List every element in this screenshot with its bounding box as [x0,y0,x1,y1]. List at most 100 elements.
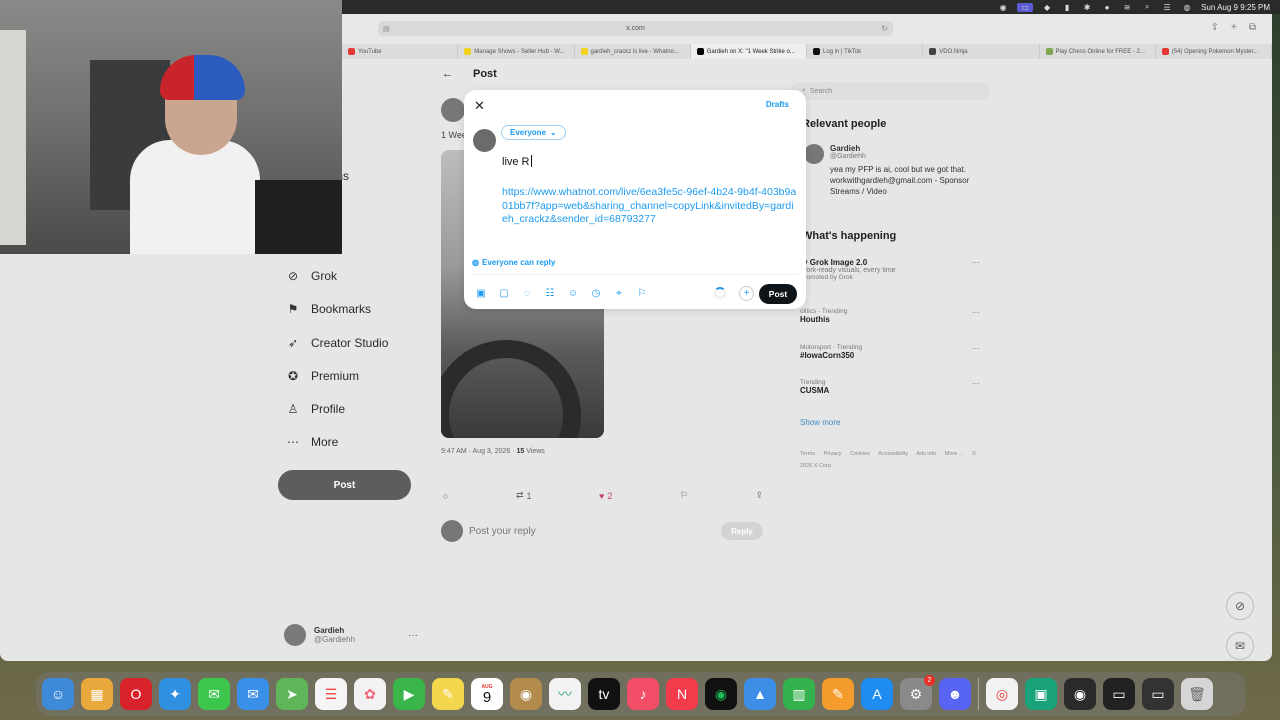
post-button[interactable]: Post [759,284,797,304]
grok-icon[interactable]: ◌ [520,288,534,299]
numbers-icon[interactable]: ▥ [783,678,815,710]
keynote-icon[interactable]: ▲ [744,678,776,710]
tab-youtube-pokemon[interactable]: (54) Opening Pokemon Myster... [1155,44,1272,59]
tab-whatnot-live[interactable]: gardieh_crackz is live - Whatno... [574,44,691,59]
system-settings-icon[interactable]: ⚙ 2 [900,675,935,710]
gif-icon[interactable]: ▢ [497,288,511,299]
tab-x-post[interactable]: Gardieh on X: "1 Week Strike o... [690,44,807,59]
compose-link[interactable]: https://www.whatnot.com/live/6ea3fe5c-96… [502,186,797,227]
poll-icon[interactable]: ☷ [543,288,557,299]
obs-icon[interactable]: ◉ [1064,678,1096,710]
safari-icon[interactable]: ✦ [159,678,191,710]
flag-icon[interactable]: ⚐ [635,288,649,299]
recent-window-icon[interactable]: ▭ [1103,678,1135,710]
bluetooth-icon[interactable]: ✱ [1081,3,1093,12]
location-icon[interactable]: ⌖ [612,288,626,299]
freeform-icon[interactable]: 〰 [549,678,581,710]
obs-icon[interactable]: ◉ [997,3,1009,12]
trend-item[interactable]: olitics · Trending Houthis ··· [800,308,980,324]
nav-profile[interactable]: ♙ Profile [286,402,345,416]
schedule-icon[interactable]: ◷ [589,288,603,299]
discord-icon[interactable]: ☻ [939,678,971,710]
search-icon[interactable]: ⌕ [1141,2,1153,12]
more-dots-icon[interactable]: ··· [972,344,980,353]
reply-button[interactable]: Reply [721,522,763,540]
mail-icon[interactable]: ✉ [237,678,269,710]
nav-more[interactable]: ⋯ More [286,435,338,449]
spotify-icon[interactable]: ◉ [705,678,737,710]
like-action[interactable]: ♥ 2 [599,490,612,501]
calendar-icon[interactable]: AUG 9 [471,678,503,710]
pages-icon[interactable]: ✎ [822,678,854,710]
messages-icon[interactable]: ✉ [1226,632,1254,660]
bookmark-action[interactable]: ⚐ [680,490,688,501]
opera-icon[interactable]: O [120,678,152,710]
news-icon[interactable]: N [666,678,698,710]
tab-chess[interactable]: Play Chess Online for FREE - 2... [1039,44,1156,59]
show-more-link[interactable]: Show more [800,418,840,427]
tab-vdo-ninja[interactable]: VDO.Ninja [923,44,1040,59]
reload-icon[interactable]: ↻ [881,24,888,33]
grok-icon[interactable]: ⊘ [1226,592,1254,620]
apple-tv-icon[interactable]: tv [588,678,620,710]
back-arrow-icon[interactable]: ← [442,68,453,80]
share-icon[interactable]: ⇪ [1211,22,1219,33]
footer-privacy[interactable]: Privacy [824,451,842,457]
contacts-icon[interactable]: ◉ [510,678,542,710]
chrome-icon[interactable]: ◎ [986,678,1018,710]
tab-youtube[interactable]: YouTube [342,44,459,59]
reply-action[interactable]: ○ [443,490,448,501]
new-tab-icon[interactable]: + [1231,22,1237,33]
add-post-button[interactable]: + [739,286,754,301]
notes-icon[interactable]: ✎ [432,678,464,710]
trend-item[interactable]: ry Grok Image 2.0 Work-ready visuals, ev… [800,258,980,281]
nav-grok[interactable]: ⊘ Grok [286,269,337,283]
reply-settings[interactable]: ◍ Everyone can reply [472,258,555,267]
reply-input[interactable]: Post your reply [469,526,536,537]
trend-item[interactable]: Trending CUSMA ··· [800,379,980,395]
streamlabs-icon[interactable]: ▣ [1025,678,1057,710]
close-icon[interactable]: ✕ [474,98,485,114]
relevant-person[interactable]: Gardieh @Gardiehh yea my PFP is ai, cool… [804,144,989,197]
reminders-icon[interactable]: ☰ [315,678,347,710]
finder-icon[interactable]: ☺ [42,678,74,710]
tab-manage-shows[interactable]: Manage Shows - Seller Hub - W... [458,44,575,59]
battery-icon[interactable]: ▮ [1061,3,1073,12]
messages-icon[interactable]: ✉ [198,678,230,710]
launchpad-icon[interactable]: ▦ [81,678,113,710]
search-input[interactable]: ⌕ Search [790,82,990,100]
share-action[interactable]: ⇪ [755,490,763,501]
repost-action[interactable]: ⇄ 1 [516,490,532,501]
facetime-icon[interactable]: ▶ [393,678,425,710]
drafts-button[interactable]: Drafts [766,100,789,109]
person-name[interactable]: Gardieh [830,144,989,153]
recent-window-icon[interactable]: ▭ [1142,678,1174,710]
wifi-icon[interactable]: ≋ [1121,3,1133,12]
tab-overview-icon[interactable]: ▤ [383,25,390,33]
nav-post-button[interactable]: Post [278,470,411,500]
post-timestamp[interactable]: 9:47 AM · Aug 3, 2026 · [441,448,517,455]
avatar[interactable] [804,144,824,164]
menubar-clock[interactable]: Sun Aug 9 9:25 PM [1201,3,1270,12]
audience-selector[interactable]: Everyone ⌄ [501,125,566,140]
tabs-icon[interactable]: ⧉ [1249,22,1256,33]
footer-ads-info[interactable]: Ads info [916,451,936,457]
maps-icon[interactable]: ➤ [276,678,308,710]
more-dots-icon[interactable]: ··· [972,308,980,317]
photos-icon[interactable]: ✿ [354,678,386,710]
image-icon[interactable]: ▣ [474,288,488,299]
screen-icon[interactable]: ▭ [1017,2,1034,12]
account-switcher[interactable]: Gardieh @Gardiehh ··· [284,624,418,646]
trash-icon[interactable]: 🗑 [1181,678,1213,710]
apple-icon[interactable]: ● [1101,3,1113,12]
siri-icon[interactable]: ◍ [1181,3,1193,12]
avatar[interactable] [441,98,465,122]
compose-text-input[interactable]: live R [502,155,532,168]
control-center-icon[interactable]: ☰ [1161,3,1173,12]
nav-bookmarks[interactable]: ⚑ Bookmarks [286,302,371,316]
music-icon[interactable]: ♪ [627,678,659,710]
trend-item[interactable]: Motorsport · Trending #IowaCorn350 ··· [800,344,980,360]
nav-creator-studio[interactable]: ➶ Creator Studio [286,336,388,350]
footer-accessibility[interactable]: Accessibility [878,451,908,457]
app-store-icon[interactable]: A [861,678,893,710]
